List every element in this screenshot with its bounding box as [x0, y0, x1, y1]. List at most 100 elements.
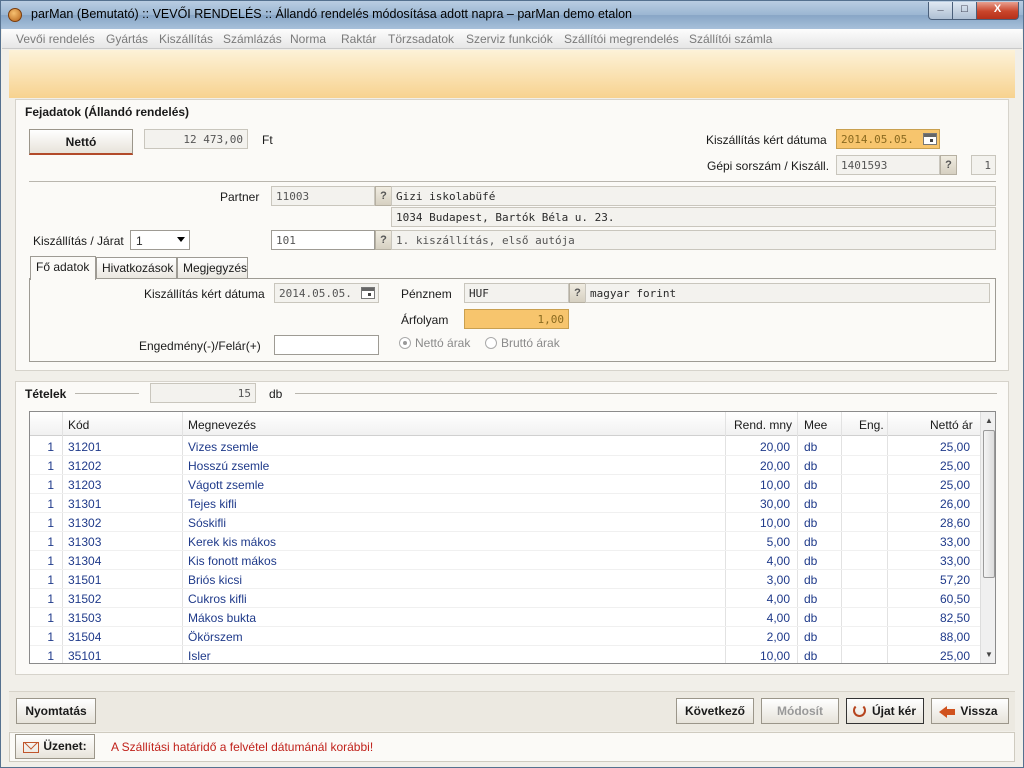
table-row[interactable]: 1 35101 Isler 10,00 db 25,00: [30, 646, 980, 663]
print-button[interactable]: Nyomtatás: [16, 698, 96, 724]
table-row[interactable]: 1 31502 Cukros kifli 4,00 db 60,50: [30, 589, 980, 608]
route-lookup-button[interactable]: ?: [375, 230, 392, 250]
minimize-button[interactable]: _: [928, 0, 953, 20]
route-code-field[interactable]: 101: [271, 230, 375, 250]
partner-code-field[interactable]: 11003: [271, 186, 375, 206]
cell-quantity: 10,00: [759, 649, 790, 663]
tab-megjegyzes[interactable]: Megjegyzés: [177, 257, 248, 279]
cell-row-number: 1: [47, 573, 54, 587]
cell-code: 35101: [68, 649, 102, 663]
radio-brutto-label: Bruttó árak: [501, 336, 560, 350]
new-request-label: Újat kér: [871, 704, 917, 718]
table-row[interactable]: 1 31202 Hosszú zsemle 20,00 db 25,00: [30, 456, 980, 475]
column-header-netto-ar[interactable]: Nettó ár: [930, 418, 973, 432]
tab-fo-adatok[interactable]: Fő adatok: [30, 256, 96, 280]
currency-unit-label: Ft: [262, 133, 273, 147]
modify-button[interactable]: Módosít: [761, 698, 839, 724]
table-row[interactable]: 1 31304 Kis fonott mákos 4,00 db 33,00: [30, 551, 980, 570]
calendar-icon: [361, 287, 375, 299]
cell-code: 31301: [68, 497, 102, 511]
cell-unit: db: [804, 649, 818, 663]
cell-row-number: 1: [47, 630, 54, 644]
menu-gyartas[interactable]: Gyártás: [106, 32, 148, 46]
serial-lookup-button[interactable]: ?: [940, 155, 957, 175]
cell-name: Tejes kifli: [188, 497, 237, 511]
menu-vevoi-rendeles[interactable]: Vevői rendelés: [16, 32, 95, 46]
table-row[interactable]: 1 31302 Sóskifli 10,00 db 28,60: [30, 513, 980, 532]
cell-row-number: 1: [47, 611, 54, 625]
currency-code-field[interactable]: HUF: [464, 283, 569, 303]
table-row[interactable]: 1 31303 Kerek kis mákos 5,00 db 33,00: [30, 532, 980, 551]
menu-szallitoi-megrendeles[interactable]: Szállítói megrendelés: [564, 32, 679, 46]
tab-hivatkozasok[interactable]: Hivatkozások: [96, 257, 177, 279]
minimize-icon: _: [937, 0, 944, 12]
close-button[interactable]: X: [976, 2, 1019, 20]
table-row[interactable]: 1 31503 Mákos bukta 4,00 db 82,50: [30, 608, 980, 627]
cell-name: Hosszú zsemle: [188, 459, 270, 473]
menu-szamlazas[interactable]: Számlázás: [223, 32, 282, 46]
divider: [75, 393, 139, 394]
cell-net-price: 33,00: [939, 554, 970, 568]
cell-quantity: 30,00: [759, 497, 790, 511]
cell-net-price: 33,00: [939, 535, 970, 549]
table-row[interactable]: 1 31504 Ökörszem 2,00 db 88,00: [30, 627, 980, 646]
table-row[interactable]: 1 31501 Briós kicsi 3,00 db 57,20: [30, 570, 980, 589]
column-header-eng[interactable]: Eng.: [859, 418, 884, 432]
divider: [29, 181, 996, 182]
cell-row-number: 1: [47, 478, 54, 492]
cell-quantity: 4,00: [766, 554, 790, 568]
table-row[interactable]: 1 31203 Vágott zsemle 10,00 db 25,00: [30, 475, 980, 494]
back-button[interactable]: Vissza: [931, 698, 1009, 724]
menu-kiszallitas[interactable]: Kiszállítás: [159, 32, 213, 46]
currency-lookup-button[interactable]: ?: [569, 283, 586, 303]
cell-net-price: 82,50: [939, 611, 970, 625]
column-header-rend-mny[interactable]: Rend. mny: [734, 418, 792, 432]
message-button[interactable]: Üzenet:: [15, 734, 95, 759]
partner-lookup-button[interactable]: ?: [375, 186, 392, 206]
cell-quantity: 2,00: [766, 630, 790, 644]
currency-name-field: magyar forint: [585, 283, 990, 303]
cell-net-price: 88,00: [939, 630, 970, 644]
new-request-button[interactable]: Újat kér: [846, 698, 924, 724]
column-header-kod[interactable]: Kód: [68, 418, 89, 432]
next-button[interactable]: Következő: [676, 698, 754, 724]
cell-row-number: 1: [47, 459, 54, 473]
cell-net-price: 25,00: [939, 440, 970, 454]
cell-unit: db: [804, 459, 818, 473]
table-row[interactable]: 1 31301 Tejes kifli 30,00 db 26,00: [30, 494, 980, 513]
cell-name: Briós kicsi: [188, 573, 243, 587]
scroll-down-icon[interactable]: ▼: [981, 650, 995, 659]
rate-field[interactable]: 1,00: [464, 309, 569, 329]
cell-net-price: 28,60: [939, 516, 970, 530]
partner-address-field: 1034 Budapest, Bartók Béla u. 23.: [391, 207, 996, 227]
message-text: A Szállítási határidő a felvétel dátumán…: [111, 740, 374, 754]
cell-unit: db: [804, 554, 818, 568]
title-bar[interactable]: parMan (Bemutató) :: VEVŐI RENDELÉS :: Á…: [1, 0, 1023, 29]
calendar-icon[interactable]: [923, 133, 937, 145]
netto-button[interactable]: Nettó: [29, 129, 133, 155]
menu-norma[interactable]: Norma: [290, 32, 326, 46]
menu-szerviz-funkciok[interactable]: Szerviz funkciók: [466, 32, 553, 46]
maximize-button[interactable]: □: [952, 2, 977, 20]
table-row[interactable]: 1 31201 Vizes zsemle 20,00 db 25,00: [30, 437, 980, 456]
menu-raktar[interactable]: Raktár: [341, 32, 376, 46]
radio-netto-arak[interactable]: [399, 337, 411, 349]
menu-szallitoi-szamla[interactable]: Szállítói számla: [689, 32, 772, 46]
main-delivery-date-label: Kiszállítás kért dátuma: [144, 287, 265, 301]
back-label: Vissza: [960, 704, 998, 718]
route-select[interactable]: 1: [130, 230, 190, 250]
cell-name: Vágott zsemle: [188, 478, 265, 492]
chevron-down-icon: [177, 237, 185, 242]
items-table[interactable]: Kód Megnevezés Rend. mny Mee Eng. Nettó …: [29, 411, 996, 664]
radio-brutto-arak[interactable]: [485, 337, 497, 349]
column-header-megnevezes[interactable]: Megnevezés: [188, 418, 256, 432]
cell-name: Kerek kis mákos: [188, 535, 277, 549]
scroll-thumb[interactable]: [983, 430, 995, 578]
table-scrollbar[interactable]: ▲ ▼: [980, 412, 995, 663]
column-header-mee[interactable]: Mee: [804, 418, 827, 432]
cell-quantity: 5,00: [766, 535, 790, 549]
items-count-field: 15: [150, 383, 256, 403]
scroll-up-icon[interactable]: ▲: [981, 416, 995, 425]
discount-input[interactable]: [274, 335, 379, 355]
menu-torzsadatok[interactable]: Törzsadatok: [388, 32, 454, 46]
